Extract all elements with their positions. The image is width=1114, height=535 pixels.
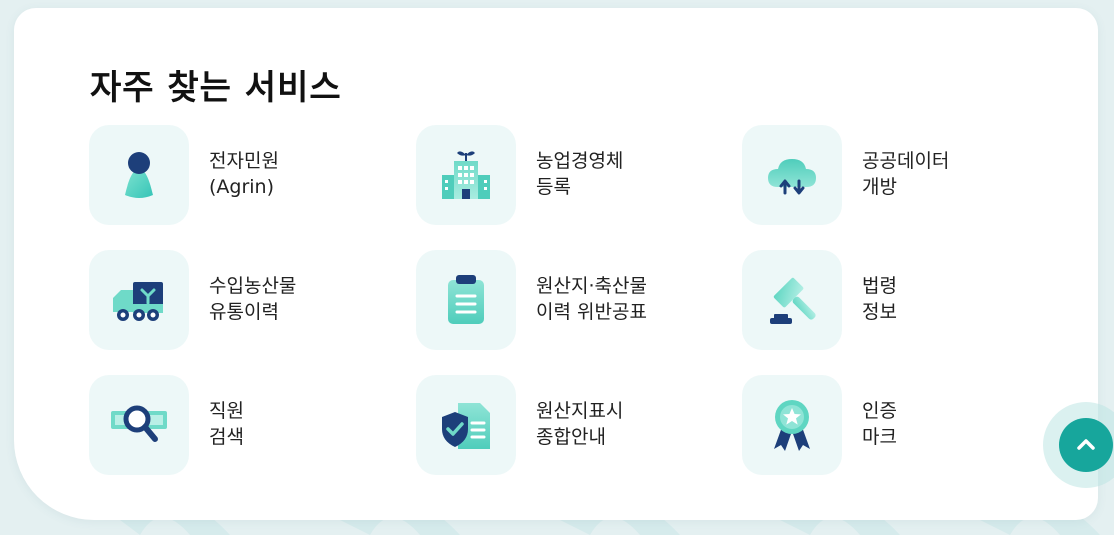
service-farm-registration[interactable]: 농업경영체 등록 — [416, 125, 686, 225]
service-grid: 전자민원 (Agrin) 농업경영체 등록 공공데이터 개방 수입농산물 유통이… — [89, 125, 979, 477]
service-label: 원산지·축산물 이력 위반공표 — [536, 275, 647, 323]
service-icon-tile — [416, 250, 516, 350]
service-label: 공공데이터 개방 — [862, 150, 950, 198]
cloud-transfer-icon — [768, 159, 816, 195]
service-card: 자주 찾는 서비스 전자민원 (Agrin) 농업경영체 등록 공공데이터 개방… — [14, 8, 1098, 520]
service-origin-violation[interactable]: 원산지·축산물 이력 위반공표 — [416, 250, 686, 350]
service-label: 전자민원 (Agrin) — [209, 150, 279, 198]
service-origin-label-guide[interactable]: 원산지표시 종합안내 — [416, 375, 686, 475]
service-label: 인증 마크 — [862, 400, 897, 448]
section-title: 자주 찾는 서비스 — [90, 68, 342, 108]
clipboard-icon — [448, 275, 484, 324]
service-law-info[interactable]: 법령 정보 — [742, 250, 1012, 350]
building-sprout-icon — [442, 151, 490, 199]
chevron-up-icon — [1077, 439, 1095, 450]
delivery-truck-icon — [113, 282, 163, 321]
service-label: 법령 정보 — [862, 275, 897, 323]
service-icon-tile — [416, 375, 516, 475]
service-certification-mark[interactable]: 인증 마크 — [742, 375, 1012, 475]
scroll-to-top-button[interactable] — [1059, 418, 1113, 472]
service-public-data[interactable]: 공공데이터 개방 — [742, 125, 1012, 225]
service-icon-tile — [742, 250, 842, 350]
service-icon-tile — [742, 125, 842, 225]
service-staff-search[interactable]: 직원 검색 — [89, 375, 359, 475]
service-icon-tile — [89, 125, 189, 225]
service-icon-tile — [742, 375, 842, 475]
award-ribbon-icon — [774, 400, 810, 451]
magnifier-icon — [111, 405, 167, 442]
service-label: 직원 검색 — [209, 400, 244, 448]
service-icon-tile — [89, 375, 189, 475]
gavel-icon — [770, 277, 816, 324]
person-icon — [125, 152, 153, 198]
service-e-civil-petition[interactable]: 전자민원 (Agrin) — [89, 125, 359, 225]
service-label: 수입농산물 유통이력 — [209, 275, 297, 323]
service-label: 원산지표시 종합안내 — [536, 400, 624, 448]
service-label: 농업경영체 등록 — [536, 150, 624, 198]
service-import-distribution[interactable]: 수입농산물 유통이력 — [89, 250, 359, 350]
service-icon-tile — [89, 250, 189, 350]
service-icon-tile — [416, 125, 516, 225]
shield-document-icon — [442, 403, 490, 449]
